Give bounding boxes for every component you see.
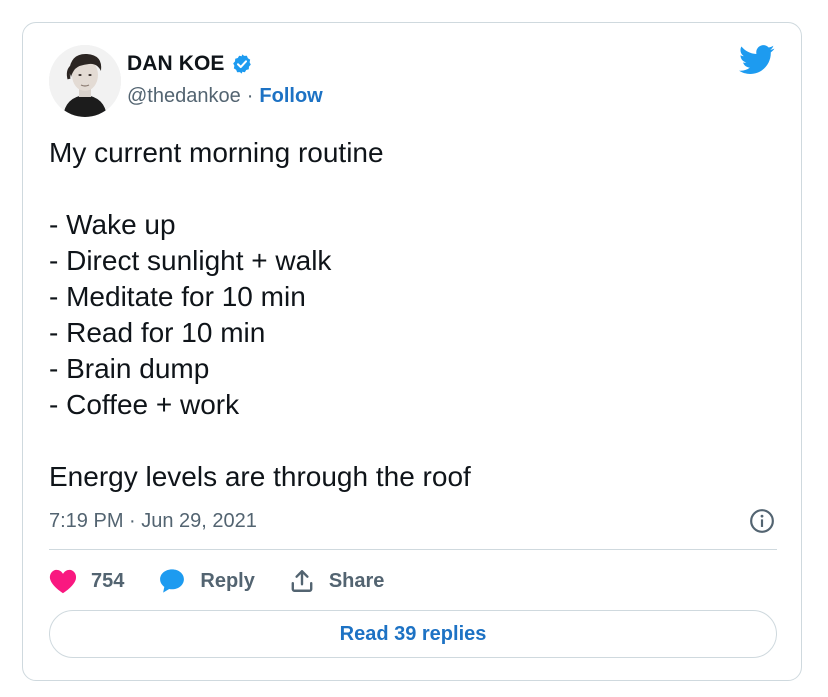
tweet-line: [49, 423, 769, 459]
divider: [49, 549, 777, 550]
tweet-line: - Meditate for 10 min: [49, 281, 306, 312]
tweet-header: DAN KOE @thedankoe · Follow: [49, 45, 775, 117]
share-icon: [291, 570, 313, 592]
tweet-line: My current morning routine: [49, 137, 384, 168]
user-block: DAN KOE @thedankoe · Follow: [127, 49, 323, 108]
tweet-card: DAN KOE @thedankoe · Follow My current m…: [22, 22, 802, 681]
info-icon[interactable]: [749, 508, 775, 534]
tweet-actions: 754 Reply Share: [49, 563, 418, 599]
tweet-timestamp[interactable]: 7:19 PM · Jun 29, 2021: [49, 510, 257, 533]
author-name[interactable]: DAN KOE: [127, 52, 225, 76]
tweet-line: - Wake up: [49, 209, 176, 240]
handle-separator: ·: [246, 85, 254, 107]
read-replies-button[interactable]: Read 39 replies: [49, 610, 777, 658]
verified-badge-icon: [231, 53, 253, 75]
tweet-meta: 7:19 PM · Jun 29, 2021: [49, 508, 777, 534]
like-count: 754: [91, 569, 125, 592]
tweet-line: - Direct sunlight + walk: [49, 245, 332, 276]
name-row: DAN KOE: [127, 49, 323, 79]
reply-button[interactable]: Reply: [158, 567, 255, 595]
avatar-portrait: [49, 45, 121, 117]
share-label: Share: [328, 569, 385, 592]
tweet-line: Energy levels are through the roof: [49, 461, 471, 492]
twitter-bird-icon[interactable]: [739, 45, 775, 75]
tweet-text: My current morning routine - Wake up - D…: [49, 135, 769, 495]
avatar[interactable]: [49, 45, 121, 117]
tweet-line: - Read for 10 min: [49, 317, 266, 348]
share-button[interactable]: Share: [289, 568, 385, 594]
like-button[interactable]: 754: [49, 568, 124, 594]
follow-link[interactable]: Follow: [259, 85, 322, 108]
tweet-line: - Coffee + work: [49, 389, 240, 420]
handle-row: @thedankoe · Follow: [127, 85, 323, 108]
speech-bubble-icon: [160, 569, 185, 593]
author-handle[interactable]: @thedankoe: [127, 85, 241, 108]
heart-icon: [49, 569, 77, 594]
reply-label: Reply: [200, 569, 255, 592]
tweet-line: [49, 171, 769, 207]
tweet-line: - Brain dump: [49, 353, 210, 384]
